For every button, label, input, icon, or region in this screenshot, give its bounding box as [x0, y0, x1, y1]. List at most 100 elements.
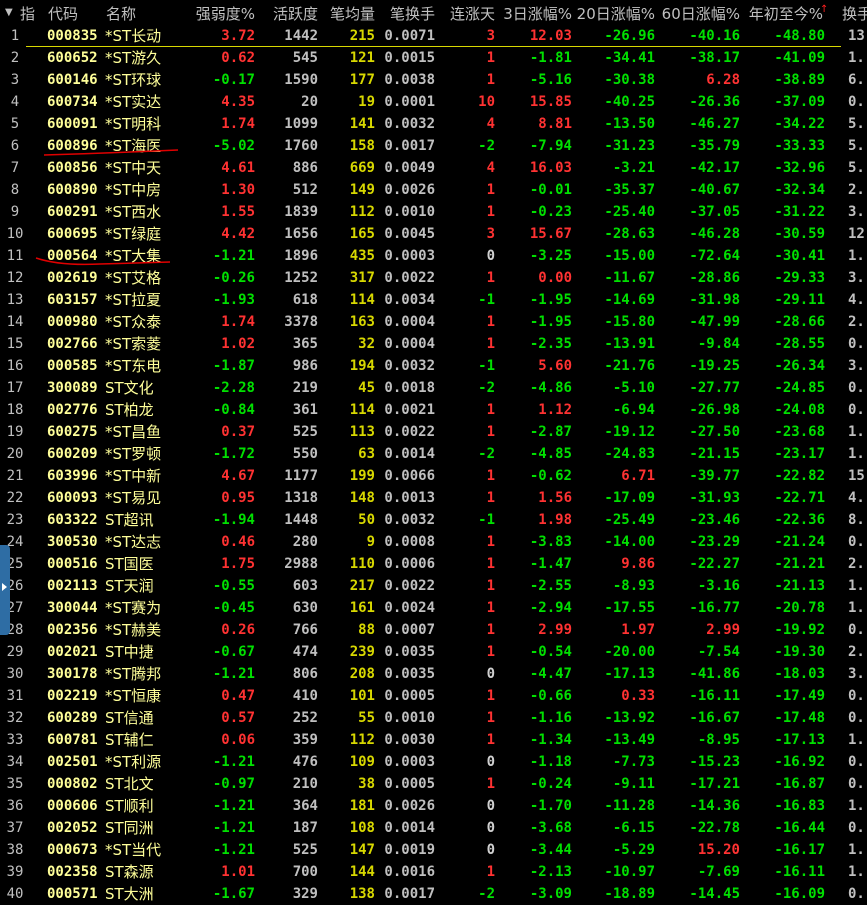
table-row[interactable]: 11 000564 *ST大集 -1.21 1896 435 0.0003 0 -3.25 -15… — [0, 245, 867, 267]
cell-up-days: 4 — [486, 160, 495, 176]
table-row[interactable]: 19 600275 *ST昌鱼 0.37 525 113 0.0022 1 -2.87 -19.1… — [0, 421, 867, 443]
cell-avg-turnover: 0.0008 — [384, 534, 435, 550]
cell-activity: 766 — [292, 622, 318, 638]
table-row[interactable]: 14 000980 *ST众泰 1.74 3378 163 0.0004 1 -1.95 -15.… — [0, 311, 867, 333]
column-header-index[interactable]: 指 — [20, 3, 35, 24]
column-header-chg-60d[interactable]: 60日涨幅% — [662, 3, 740, 24]
table-row[interactable]: 2 600652 *ST游久 0.62 545 121 0.0015 1 -1.81 -34.41… — [0, 47, 867, 69]
cell-up-days: 1 — [486, 578, 495, 594]
cell-strength: 0.37 — [221, 424, 255, 440]
cell-avg-volume: 55 — [358, 710, 375, 726]
table-row[interactable]: 5 600091 *ST明科 1.74 1099 141 0.0032 4 8.81 -13.50… — [0, 113, 867, 135]
column-header-code[interactable]: 代码 — [48, 3, 78, 24]
cell-chg-3d: -2.94 — [529, 600, 572, 616]
table-row[interactable]: 7 600856 *ST中天 4.61 886 669 0.0049 4 16.03 -3.21 -… — [0, 157, 867, 179]
table-row[interactable]: 27 300044 *ST赛为 -0.45 630 161 0.0024 1 -2.94 -17.… — [0, 597, 867, 619]
table-row[interactable]: 15 002766 *ST索菱 1.02 365 32 0.0004 1 -2.35 -13.91… — [0, 333, 867, 355]
cell-strength: 0.26 — [221, 622, 255, 638]
cell-ytd: -21.13 — [774, 578, 825, 594]
table-row[interactable]: 33 600781 ST辅仁 0.06 359 112 0.0030 1 -1.34 -13.49… — [0, 729, 867, 751]
table-row[interactable]: 35 000802 ST北文 -0.97 210 38 0.0005 1 -0.24 -9.11 -… — [0, 773, 867, 795]
table-row[interactable]: 38 000673 *ST当代 -1.21 525 147 0.0019 0 -3.44 -5.2… — [0, 839, 867, 861]
table-row[interactable]: 22 600093 *ST易见 0.95 1318 148 0.0013 1 1.56 -17.0… — [0, 487, 867, 509]
table-row[interactable]: 9 600291 *ST西水 1.55 1839 112 0.0010 1 -0.23 -25.4… — [0, 201, 867, 223]
column-header-name[interactable]: 名称 — [106, 3, 136, 24]
cell-avg-volume: 112 — [349, 204, 375, 220]
cell-strength: -0.67 — [212, 644, 255, 660]
table-row[interactable]: 20 600209 *ST罗顿 -1.72 550 63 0.0014 -2 -4.85 -24.… — [0, 443, 867, 465]
column-header-activity[interactable]: 活跃度 — [273, 3, 318, 24]
cell-turnover: 0. — [848, 534, 865, 550]
column-header-chg-20d[interactable]: 20日涨幅% — [577, 3, 655, 24]
cell-turnover: 5. — [848, 138, 865, 154]
table-row[interactable]: 30 300178 *ST腾邦 -1.21 806 208 0.0035 0 -4.47 -17.… — [0, 663, 867, 685]
table-row[interactable]: 32 600289 ST信通 0.57 252 55 0.0010 1 -1.16 -13.92 -… — [0, 707, 867, 729]
cell-chg-20d: -13.91 — [604, 336, 655, 352]
cell-avg-volume: 317 — [349, 270, 375, 286]
cell-turnover: 2. — [848, 314, 865, 330]
cell-name: *ST当代 — [105, 841, 162, 859]
table-row[interactable]: 29 002021 ST中捷 -0.67 474 239 0.0035 1 -0.54 -20.0… — [0, 641, 867, 663]
cell-name: *ST利源 — [105, 753, 162, 771]
cell-chg-3d: 2.99 — [538, 622, 572, 638]
cell-avg-turnover: 0.0032 — [384, 358, 435, 374]
column-header-chg-3d[interactable]: 3日涨幅% — [503, 3, 572, 24]
table-row[interactable]: 17 300089 ST文化 -2.28 219 45 0.0018 -2 -4.86 -5.10… — [0, 377, 867, 399]
cell-name: *ST达志 — [105, 533, 162, 551]
table-row[interactable]: 16 000585 *ST东电 -1.87 986 194 0.0032 -1 5.60 -21.… — [0, 355, 867, 377]
table-row[interactable]: 34 002501 *ST利源 -1.21 476 109 0.0003 0 -1.18 -7.7… — [0, 751, 867, 773]
table-row[interactable]: 13 603157 *ST拉夏 -1.93 618 114 0.0034 -1 -1.95 -14… — [0, 289, 867, 311]
table-row[interactable]: 37 002052 ST同洲 -1.21 187 108 0.0014 0 -3.68 -6.15… — [0, 817, 867, 839]
cell-chg-3d: -0.54 — [529, 644, 572, 660]
table-row[interactable]: 4 600734 *ST实达 4.35 20 19 0.0001 10 15.85 -40.25 -… — [0, 91, 867, 113]
column-header-avg-volume[interactable]: 笔均量 — [330, 3, 375, 24]
cell-index: 21 — [6, 468, 24, 484]
cell-avg-turnover: 0.0018 — [384, 380, 435, 396]
cell-chg-3d: -3.25 — [529, 248, 572, 264]
table-row[interactable]: 10 600695 *ST绿庭 4.42 1656 165 0.0045 3 15.67 -28.… — [0, 223, 867, 245]
column-header-avg-turnover[interactable]: 笔换手 — [390, 3, 435, 24]
cell-ytd: -38.89 — [774, 72, 825, 88]
cell-ytd: -41.09 — [774, 50, 825, 66]
cell-strength: -1.67 — [212, 886, 255, 902]
cell-chg-20d: -26.96 — [604, 28, 655, 44]
table-row[interactable]: 28 002356 *ST赫美 0.26 766 88 0.0007 1 2.99 1.97 2.9… — [0, 619, 867, 641]
column-header-strength[interactable]: 强弱度% — [196, 3, 255, 24]
cell-chg-60d: -46.27 — [689, 116, 740, 132]
table-row[interactable]: 12 002619 *ST艾格 -0.26 1252 317 0.0022 1 0.00 -11.… — [0, 267, 867, 289]
column-header-turnover[interactable]: 换手 — [842, 3, 867, 24]
cell-name: *ST东电 — [105, 357, 162, 375]
table-row[interactable]: 26 002113 ST天润 -0.55 603 217 0.0022 1 -2.55 -8.93… — [0, 575, 867, 597]
cell-turnover: 2. — [848, 644, 865, 660]
cell-code: 300178 — [47, 666, 98, 682]
cell-up-days: 3 — [486, 28, 495, 44]
table-row[interactable]: 6 600896 *ST海医 -5.02 1760 158 0.0017 -2 -7.94 -31… — [0, 135, 867, 157]
cell-avg-turnover: 0.0035 — [384, 666, 435, 682]
cell-avg-volume: 194 — [349, 358, 375, 374]
cell-turnover: 1. — [848, 864, 865, 880]
column-header-ytd[interactable]: 年初至今% — [749, 3, 823, 24]
table-row[interactable]: 39 002358 ST森源 1.01 700 144 0.0016 1 -2.13 -10.97… — [0, 861, 867, 883]
table-row[interactable]: 31 002219 *ST恒康 0.47 410 101 0.0005 1 -0.66 0.33 -… — [0, 685, 867, 707]
sidebar-expand-handle[interactable] — [0, 545, 10, 635]
cell-chg-60d: -16.11 — [689, 688, 740, 704]
cell-ytd: -16.83 — [774, 798, 825, 814]
cell-avg-turnover: 0.0035 — [384, 644, 435, 660]
table-row[interactable]: 3 600146 *ST环球 -0.17 1590 177 0.0038 1 -5.16 -30.… — [0, 69, 867, 91]
table-row[interactable]: 24 300530 *ST达志 0.46 280 9 0.0008 1 -3.83 -14.00-… — [0, 531, 867, 553]
table-row[interactable]: 25 000516 ST国医 1.75 2988 110 0.0006 1 -1.47 9.86-… — [0, 553, 867, 575]
cell-code: 002501 — [47, 754, 98, 770]
table-row[interactable]: 18 002776 ST柏龙 -0.84 361 114 0.0021 1 1.12 -6.94 -… — [0, 399, 867, 421]
table-row[interactable]: 1 000835 *ST长动 3.72 1442 215 0.0071 3 12.03 -26.9… — [0, 25, 867, 47]
cell-code: 002619 — [47, 270, 98, 286]
table-row[interactable]: 21 603996 *ST中新 4.67 1177 199 0.0066 1 -0.62 6.71… — [0, 465, 867, 487]
column-header-up-days[interactable]: 连涨天 — [450, 3, 495, 24]
table-row[interactable]: 40 000571 ST大洲 -1.67 329 138 0.0017 -2 -3.09 -18.… — [0, 883, 867, 905]
triangle-down-icon[interactable]: ▼ — [5, 7, 13, 18]
cell-ytd: -32.96 — [774, 160, 825, 176]
cell-up-days: 1 — [486, 468, 495, 484]
table-row[interactable]: 8 600890 *ST中房 1.30 512 149 0.0026 1 -0.01 -35.37… — [0, 179, 867, 201]
cell-avg-turnover: 0.0013 — [384, 490, 435, 506]
table-row[interactable]: 36 000606 ST顺利 -1.21 364 181 0.0026 0 -1.70 -11.2… — [0, 795, 867, 817]
table-row[interactable]: 23 603322 ST超讯 -1.94 1448 50 0.0032 -1 1.98 -25.4… — [0, 509, 867, 531]
